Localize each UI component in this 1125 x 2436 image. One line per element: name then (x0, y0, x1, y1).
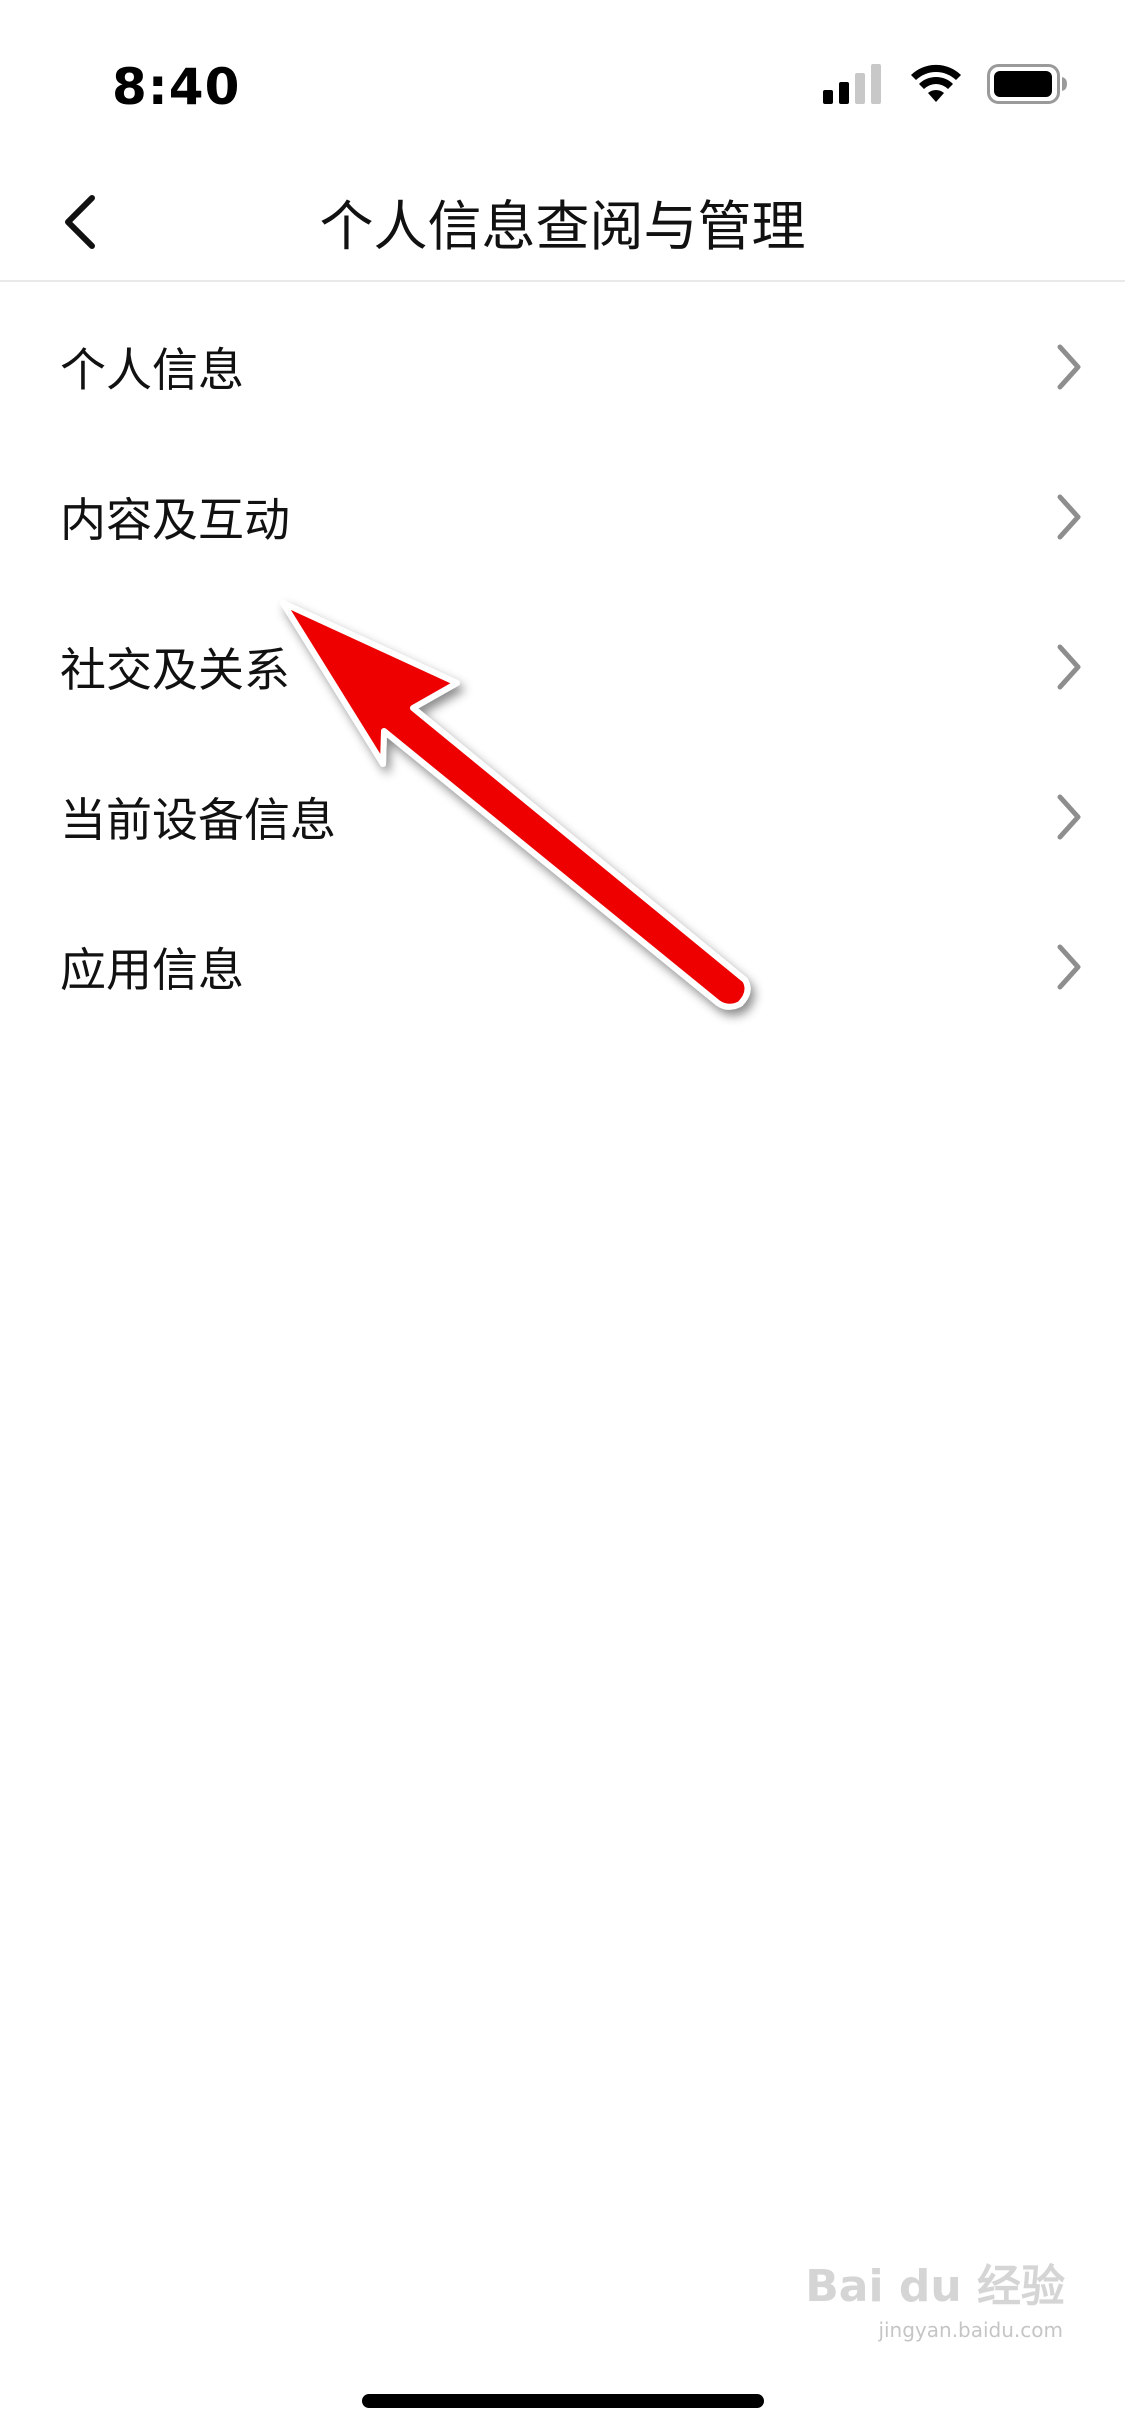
chevron-right-icon (1049, 789, 1089, 845)
menu-item-label: 社交及关系 (60, 643, 290, 697)
status-bar: 8:40 (0, 0, 1125, 140)
chevron-right-icon (1049, 939, 1089, 995)
menu-item-personal-info[interactable]: 个人信息 (0, 292, 1125, 442)
menu-list: 个人信息 内容及互动 社交及关系 当前设备信息 应用信息 (0, 292, 1125, 1042)
screen: 8:40 个人信息查阅与管理 个人信息 内容及互动 社交及关系 当前设备信息 应… (0, 0, 1125, 2436)
menu-item-label: 当前设备信息 (60, 793, 336, 847)
menu-item-social-relations[interactable]: 社交及关系 (0, 592, 1125, 742)
menu-item-content-interaction[interactable]: 内容及互动 (0, 442, 1125, 592)
watermark-url: jingyan.baidu.com (878, 2318, 1063, 2342)
baidu-jingyan-watermark: Bai du 经验 (805, 2250, 1065, 2314)
chevron-right-icon (1049, 639, 1089, 695)
status-time: 8:40 (112, 58, 241, 116)
nav-bar: 个人信息查阅与管理 (0, 160, 1125, 282)
menu-item-app-info[interactable]: 应用信息 (0, 892, 1125, 1042)
status-icons (823, 64, 1069, 108)
battery-icon (987, 64, 1069, 108)
watermark-logo-text: Bai du 经验 (805, 2261, 1065, 2312)
menu-item-label: 应用信息 (60, 943, 244, 997)
chevron-right-icon (1049, 339, 1089, 395)
chevron-right-icon (1049, 489, 1089, 545)
menu-item-device-info[interactable]: 当前设备信息 (0, 742, 1125, 892)
wifi-icon (909, 64, 963, 108)
cellular-signal-icon (823, 64, 885, 108)
menu-item-label: 个人信息 (60, 343, 244, 397)
menu-item-label: 内容及互动 (60, 493, 290, 547)
page-title: 个人信息查阅与管理 (319, 195, 806, 258)
home-indicator[interactable] (362, 2394, 764, 2408)
